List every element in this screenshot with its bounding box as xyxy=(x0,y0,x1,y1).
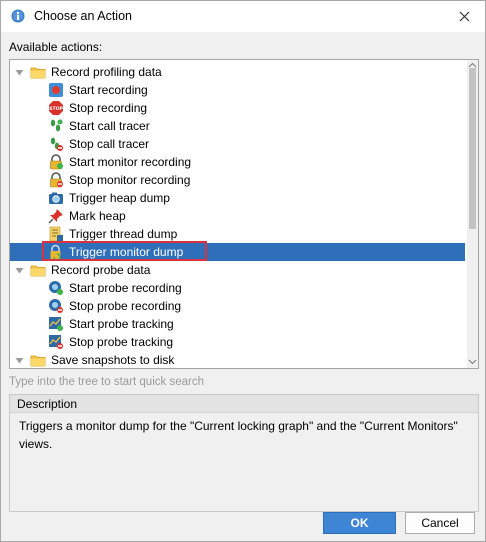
tree-item-start-recording[interactable]: Start recording xyxy=(10,81,465,99)
tree-group-save-snapshots-to-disk[interactable]: Save snapshots to disk xyxy=(10,351,465,368)
available-actions-label: Available actions: xyxy=(9,40,103,54)
tree-group-label: Record profiling data xyxy=(51,65,162,79)
folder-icon xyxy=(30,67,46,79)
tree-item-start-call-tracer[interactable]: Start call tracer xyxy=(10,117,465,135)
tree-item-start-probe-tracking[interactable]: Start probe tracking xyxy=(10,315,465,333)
tree-item-label: Stop call tracer xyxy=(69,137,150,151)
tree-item-label: Stop probe recording xyxy=(69,299,182,313)
ok-button[interactable]: OK xyxy=(323,512,396,534)
close-icon xyxy=(459,11,469,22)
description-title: Description xyxy=(17,397,78,411)
title-bar: Choose an Action xyxy=(1,1,485,32)
probe-track-stop-icon xyxy=(49,335,63,349)
tree-group-label: Save snapshots to disk xyxy=(51,353,175,367)
actions-tree[interactable]: Record profiling data Start recording STOP… xyxy=(9,59,479,369)
probe-track-start-icon xyxy=(49,317,63,331)
tree-item-stop-probe-tracking[interactable]: Stop probe tracking xyxy=(10,333,465,351)
start-recording-icon xyxy=(49,83,63,97)
footprints-start-icon xyxy=(50,119,63,132)
pin-icon xyxy=(48,209,63,224)
tree-content: Record profiling data Start recording STOP… xyxy=(10,63,465,368)
probe-stop-icon xyxy=(49,299,63,313)
expand-toggle-icon[interactable] xyxy=(14,265,24,275)
scrollbar-thumb[interactable] xyxy=(469,68,476,229)
window-title: Choose an Action xyxy=(34,9,132,23)
tree-item-trigger-heap-dump[interactable]: Trigger heap dump xyxy=(10,189,465,207)
tree-item-start-monitor-recording[interactable]: Start monitor recording xyxy=(10,153,465,171)
folder-icon xyxy=(30,265,46,277)
description-text: Triggers a monitor dump for the "Current… xyxy=(19,419,458,451)
camera-icon xyxy=(49,192,63,204)
tree-item-label: Stop probe tracking xyxy=(69,335,174,349)
tree-item-stop-call-tracer[interactable]: Stop call tracer xyxy=(10,135,465,153)
close-button[interactable] xyxy=(449,1,479,32)
tree-item-trigger-monitor-dump[interactable]: Trigger monitor dump xyxy=(10,241,465,261)
choose-action-dialog: Choose an Action Available actions: Reco… xyxy=(0,0,486,542)
lock-stop-icon xyxy=(50,172,63,188)
expand-toggle-icon[interactable] xyxy=(14,355,24,365)
description-panel: Description Triggers a monitor dump for … xyxy=(9,394,479,512)
footprints-stop-icon xyxy=(50,137,63,151)
tree-item-label: Mark heap xyxy=(69,209,126,223)
tree-scrollbar[interactable] xyxy=(467,60,478,368)
tree-item-start-probe-recording[interactable]: Start probe recording xyxy=(10,279,465,297)
quick-search-hint: Type into the tree to start quick search xyxy=(9,376,204,388)
stop-recording-icon: STOP xyxy=(49,101,63,115)
thread-dump-icon xyxy=(49,226,63,242)
expand-toggle-icon[interactable] xyxy=(14,67,24,77)
description-header: Description xyxy=(10,395,478,413)
tree-item-stop-monitor-recording[interactable]: Stop monitor recording xyxy=(10,171,465,189)
tree-item-label: Start probe tracking xyxy=(69,317,174,331)
info-icon xyxy=(11,9,25,23)
tree-item-label: Start monitor recording xyxy=(69,155,192,169)
tree-item-stop-probe-recording[interactable]: Stop probe recording xyxy=(10,297,465,315)
cancel-button[interactable]: Cancel xyxy=(405,512,475,534)
tree-group-record-profiling-data[interactable]: Record profiling data xyxy=(10,63,465,81)
scroll-down-arrow-icon[interactable] xyxy=(468,358,477,365)
tree-item-label: Stop monitor recording xyxy=(69,173,191,187)
tree-group-label: Record probe data xyxy=(51,263,151,277)
tree-item-mark-heap[interactable]: Mark heap xyxy=(10,207,465,225)
tree-item-label: Start call tracer xyxy=(69,119,150,133)
selection-highlight-outline xyxy=(42,241,207,261)
tree-group-record-probe-data[interactable]: Record probe data xyxy=(10,261,465,279)
tree-item-label: Start probe recording xyxy=(69,281,182,295)
lock-start-icon xyxy=(50,154,63,170)
tree-item-label: Start recording xyxy=(69,83,148,97)
probe-start-icon xyxy=(49,281,63,295)
tree-item-label: Trigger heap dump xyxy=(69,191,170,205)
tree-item-label: Stop recording xyxy=(69,101,148,115)
folder-icon xyxy=(30,355,46,367)
svg-text:STOP: STOP xyxy=(49,106,63,112)
tree-item-stop-recording[interactable]: STOP Stop recording xyxy=(10,99,465,117)
